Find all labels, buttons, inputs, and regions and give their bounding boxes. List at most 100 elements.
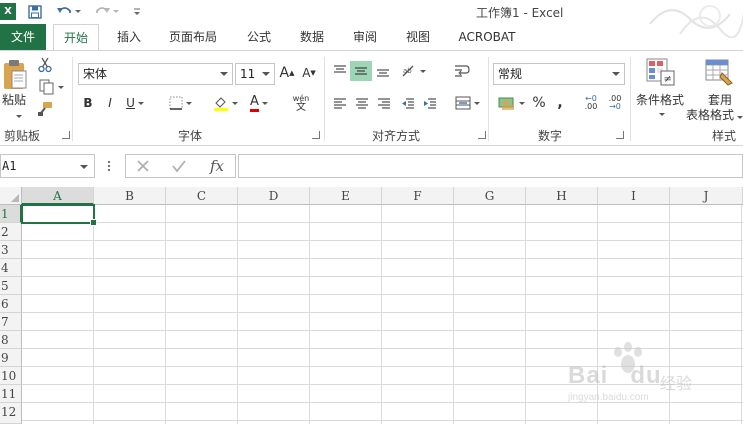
column-header[interactable]: I: [598, 187, 670, 205]
tab-insert[interactable]: 插入: [107, 24, 151, 50]
row-header[interactable]: 7: [0, 313, 22, 331]
underline-button[interactable]: U: [124, 93, 146, 113]
shrink-font-button[interactable]: A ▼: [300, 63, 318, 83]
copy-icon[interactable]: [36, 77, 66, 97]
conditional-format-dropdown-icon[interactable]: [654, 109, 666, 119]
chevron-down-icon: [220, 72, 228, 76]
accounting-format-button[interactable]: [495, 93, 527, 113]
conditional-format-button[interactable]: 条件格式: [634, 91, 686, 108]
number-format-select[interactable]: 常规: [493, 63, 625, 85]
increase-indent-button[interactable]: [420, 93, 440, 113]
cut-icon[interactable]: [36, 55, 54, 75]
font-name-select[interactable]: 宋体: [78, 63, 233, 85]
conditional-format-icon[interactable]: ≠: [643, 55, 677, 89]
row-header[interactable]: 9: [0, 349, 22, 367]
tab-home[interactable]: 开始: [53, 24, 99, 51]
column-header[interactable]: J: [670, 187, 743, 205]
row-header[interactable]: 5: [0, 277, 22, 295]
paste-icon[interactable]: [0, 57, 30, 93]
name-box[interactable]: A1: [0, 154, 95, 178]
decrease-indent-icon: [402, 98, 414, 109]
row-header[interactable]: 2: [0, 223, 22, 241]
number-launcher-icon[interactable]: [616, 131, 624, 139]
row-header[interactable]: 1: [0, 205, 22, 223]
borders-button[interactable]: [166, 93, 194, 113]
tab-data[interactable]: 数据: [290, 24, 334, 50]
row-header[interactable]: 3: [0, 241, 22, 259]
tab-page-layout[interactable]: 页面布局: [160, 24, 226, 50]
row-header[interactable]: 10: [0, 367, 22, 385]
insert-function-button[interactable]: fx: [204, 156, 230, 176]
tab-acrobat[interactable]: ACROBAT: [450, 24, 524, 50]
fill-color-button[interactable]: [210, 93, 240, 113]
row-header[interactable]: 11: [0, 385, 22, 403]
column-header[interactable]: H: [526, 187, 598, 205]
window-title: 工作簿1 - Excel: [476, 6, 564, 20]
redo-icon[interactable]: [92, 2, 122, 22]
increase-decimal-button[interactable]: ←0 .00: [580, 93, 602, 113]
column-header[interactable]: A: [22, 187, 94, 205]
alignment-group-label: 对齐方式: [372, 129, 421, 143]
group-separator: [630, 57, 631, 141]
percent-style-button[interactable]: %: [530, 93, 548, 113]
ribbon-tabs: 文件 开始 插入 页面布局 公式 数据 审阅 视图 ACROBAT: [0, 24, 743, 51]
tab-review[interactable]: 审阅: [343, 24, 387, 50]
merge-center-button[interactable]: [450, 93, 484, 113]
italic-button[interactable]: I: [102, 93, 118, 113]
fill-color-icon: [213, 97, 228, 111]
save-icon[interactable]: [26, 2, 44, 22]
align-right-icon: [378, 98, 390, 109]
column-header[interactable]: F: [382, 187, 454, 205]
active-cell-a1[interactable]: [21, 204, 97, 226]
column-header[interactable]: D: [238, 187, 310, 205]
clipboard-launcher-icon[interactable]: [62, 131, 70, 139]
column-header[interactable]: B: [94, 187, 166, 205]
chevron-down-icon: [612, 72, 620, 76]
bold-button[interactable]: B: [80, 93, 96, 113]
column-header[interactable]: C: [166, 187, 238, 205]
decrease-decimal-button[interactable]: .00 →0: [604, 93, 626, 113]
decrease-decimal-icon: →0: [609, 102, 621, 111]
wrap-text-button[interactable]: [452, 61, 472, 81]
bottom-align-button[interactable]: [373, 61, 393, 81]
more-options-icon[interactable]: [103, 158, 115, 174]
comma-style-button[interactable]: ,: [552, 93, 568, 113]
alignment-launcher-icon[interactable]: [478, 131, 486, 139]
font-color-button[interactable]: A: [244, 93, 274, 113]
middle-align-button[interactable]: [350, 61, 372, 81]
top-align-button[interactable]: [330, 61, 350, 81]
enter-check-icon[interactable]: [168, 156, 190, 176]
paste-button[interactable]: 粘贴: [0, 91, 28, 108]
font-size-value: 11: [240, 67, 256, 81]
phonetic-guide-button[interactable]: wén 文: [286, 93, 316, 113]
row-header[interactable]: 12: [0, 403, 22, 424]
undo-icon[interactable]: [54, 2, 84, 22]
decrease-indent-button[interactable]: [398, 93, 418, 113]
format-as-table-icon[interactable]: [702, 55, 736, 89]
column-header[interactable]: E: [310, 187, 382, 205]
align-left-button[interactable]: [330, 93, 350, 113]
underline-icon: U: [126, 96, 135, 110]
align-center-button[interactable]: [352, 93, 372, 113]
orientation-button[interactable]: ab: [398, 61, 428, 81]
format-as-table-button[interactable]: 表格格式: [686, 106, 743, 123]
select-all-corner[interactable]: [0, 187, 22, 205]
format-painter-icon[interactable]: [36, 99, 54, 119]
tab-view[interactable]: 视图: [396, 24, 440, 50]
row-header[interactable]: 8: [0, 331, 22, 349]
row-header[interactable]: 6: [0, 295, 22, 313]
formula-input[interactable]: [238, 154, 743, 178]
align-right-button[interactable]: [374, 93, 394, 113]
column-header[interactable]: G: [454, 187, 526, 205]
top-align-icon: [334, 65, 346, 73]
font-launcher-icon[interactable]: [312, 131, 320, 139]
font-size-select[interactable]: 11: [235, 63, 275, 85]
cancel-icon[interactable]: [132, 156, 154, 176]
customize-quick-access-icon[interactable]: [130, 2, 144, 22]
grow-font-button[interactable]: A ▲: [278, 63, 296, 83]
baidu-watermark: Bai du 经验 jingyan.baidu.com: [560, 342, 710, 406]
tab-formulas[interactable]: 公式: [237, 24, 281, 50]
row-header[interactable]: 4: [0, 259, 22, 277]
tab-file[interactable]: 文件: [0, 24, 46, 50]
paste-dropdown-icon[interactable]: [10, 111, 24, 121]
